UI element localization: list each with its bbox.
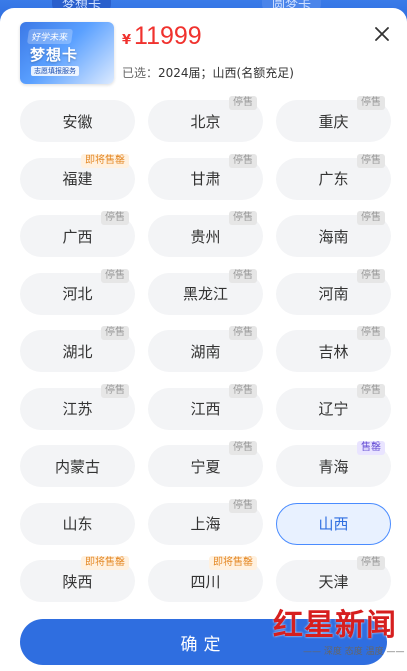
availability-badge: 停售 bbox=[357, 268, 385, 283]
province-option[interactable]: 辽宁 停售 bbox=[276, 383, 391, 430]
province-option[interactable]: 河北 停售 bbox=[20, 268, 135, 315]
thumb-subtitle: 志愿填报服务 bbox=[31, 66, 79, 76]
availability-badge: 停售 bbox=[357, 153, 385, 168]
close-button[interactable] bbox=[370, 22, 394, 46]
province-label: 黑龙江 bbox=[182, 285, 228, 303]
province-option[interactable]: 甘肃 停售 bbox=[148, 153, 263, 200]
availability-badge: 停售 bbox=[357, 211, 385, 225]
province-label: 江苏 bbox=[62, 400, 93, 418]
province-option[interactable]: 陕西 即将售罄 bbox=[20, 556, 135, 602]
province-label: 甘肃 bbox=[190, 170, 221, 188]
close-icon bbox=[375, 27, 389, 41]
province-label: 内蒙古 bbox=[54, 457, 100, 476]
province-label: 北京 bbox=[190, 112, 221, 131]
province-option[interactable]: 广西 停售 bbox=[20, 211, 135, 257]
province-option[interactable]: 广东 停售 bbox=[276, 153, 391, 200]
province-label: 青海 bbox=[318, 457, 349, 476]
province-option[interactable]: 上海 停售 bbox=[148, 498, 263, 545]
availability-badge: 停售 bbox=[357, 556, 385, 570]
availability-badge: 停售 bbox=[229, 96, 257, 110]
province-option[interactable]: 青海 售罄 bbox=[276, 441, 391, 487]
confirm-button[interactable]: 确定 bbox=[20, 619, 387, 665]
province-label: 安徽 bbox=[62, 112, 93, 131]
sheet-footer: 确定 bbox=[0, 609, 407, 671]
availability-badge: 停售 bbox=[357, 326, 385, 340]
province-option[interactable]: 海南 停售 bbox=[276, 211, 391, 257]
province-label: 江西 bbox=[190, 400, 221, 418]
province-label: 海南 bbox=[318, 227, 349, 246]
availability-badge: 停售 bbox=[229, 498, 257, 513]
availability-badge: 即将售罄 bbox=[81, 556, 129, 570]
availability-badge: 停售 bbox=[101, 211, 129, 225]
province-option[interactable]: 山东 bbox=[20, 502, 135, 545]
province-option[interactable]: 江苏 停售 bbox=[20, 383, 135, 430]
province-label: 广西 bbox=[62, 227, 93, 246]
province-label: 辽宁 bbox=[318, 400, 349, 418]
province-label: 陕西 bbox=[62, 572, 93, 591]
province-select-sheet: 好学未来 梦想卡 志愿填报服务 ¥ 11999 已选：2024届；山西(名额充足… bbox=[0, 8, 407, 671]
province-option[interactable]: 福建 即将售罄 bbox=[20, 153, 135, 200]
availability-badge: 停售 bbox=[229, 326, 257, 340]
province-label: 重庆 bbox=[318, 112, 349, 131]
province-option[interactable]: 江西 停售 bbox=[148, 383, 263, 430]
province-label: 湖南 bbox=[190, 342, 221, 361]
availability-badge: 停售 bbox=[101, 268, 129, 283]
sheet-header: 好学未来 梦想卡 志愿填报服务 ¥ 11999 已选：2024届；山西(名额充足… bbox=[0, 8, 407, 94]
province-option[interactable]: 北京 停售 bbox=[148, 96, 263, 142]
province-option[interactable]: 河南 停售 bbox=[276, 268, 391, 315]
availability-badge: 售罄 bbox=[357, 441, 385, 455]
availability-badge: 停售 bbox=[229, 441, 257, 455]
availability-badge: 即将售罄 bbox=[81, 153, 129, 168]
province-label: 湖北 bbox=[62, 342, 93, 361]
currency-symbol: ¥ bbox=[122, 33, 132, 48]
province-option[interactable]: 安徽 bbox=[20, 100, 135, 142]
product-thumbnail: 好学未来 梦想卡 志愿填报服务 bbox=[20, 22, 114, 84]
availability-badge: 停售 bbox=[229, 383, 257, 398]
availability-badge: 停售 bbox=[357, 96, 385, 110]
availability-badge: 停售 bbox=[101, 383, 129, 398]
province-grid: 安徽 北京 停售 重庆 停售 福建 即将售罄 甘肃 停售 广东 停售 广西 停售 贵州 停售 海南 停售 河北 停售… bbox=[0, 94, 407, 624]
province-label: 山东 bbox=[62, 515, 93, 533]
province-label: 山西 bbox=[318, 515, 349, 533]
province-label: 河北 bbox=[62, 285, 93, 303]
province-label: 福建 bbox=[62, 170, 93, 188]
province-label: 吉林 bbox=[318, 342, 349, 361]
province-option[interactable]: 宁夏 停售 bbox=[148, 441, 263, 487]
province-option[interactable]: 吉林 停售 bbox=[276, 326, 391, 372]
availability-badge: 停售 bbox=[229, 153, 257, 168]
availability-badge: 停售 bbox=[357, 383, 385, 398]
province-label: 广东 bbox=[318, 170, 349, 188]
availability-badge: 停售 bbox=[229, 211, 257, 225]
selected-label: 已选： bbox=[122, 66, 159, 80]
selected-summary: 已选：2024届；山西(名额充足) bbox=[122, 64, 294, 81]
availability-badge: 即将售罄 bbox=[209, 556, 257, 570]
province-label: 宁夏 bbox=[190, 457, 221, 476]
province-label: 天津 bbox=[318, 572, 349, 591]
province-label: 贵州 bbox=[190, 227, 221, 246]
availability-badge: 停售 bbox=[229, 268, 257, 283]
province-option[interactable]: 黑龙江 停售 bbox=[148, 268, 263, 315]
province-option[interactable]: 内蒙古 bbox=[20, 445, 135, 487]
province-option[interactable]: 山西 bbox=[276, 502, 391, 545]
thumb-badge: 好学未来 bbox=[26, 29, 74, 44]
province-label: 河南 bbox=[318, 285, 349, 303]
province-option[interactable]: 天津 停售 bbox=[276, 556, 391, 602]
availability-badge: 停售 bbox=[101, 326, 129, 340]
province-option[interactable]: 重庆 停售 bbox=[276, 96, 391, 142]
price-value: 11999 bbox=[134, 22, 202, 50]
province-option[interactable]: 湖南 停售 bbox=[148, 326, 263, 372]
thumb-title: 梦想卡 bbox=[30, 46, 79, 64]
selected-value: 2024届；山西(名额充足) bbox=[158, 66, 294, 80]
province-label: 四川 bbox=[190, 572, 221, 591]
province-option[interactable]: 贵州 停售 bbox=[148, 211, 263, 257]
province-label: 上海 bbox=[190, 515, 221, 533]
province-option[interactable]: 四川 即将售罄 bbox=[148, 556, 263, 602]
province-option[interactable]: 湖北 停售 bbox=[20, 326, 135, 372]
price: ¥ 11999 bbox=[122, 22, 202, 51]
